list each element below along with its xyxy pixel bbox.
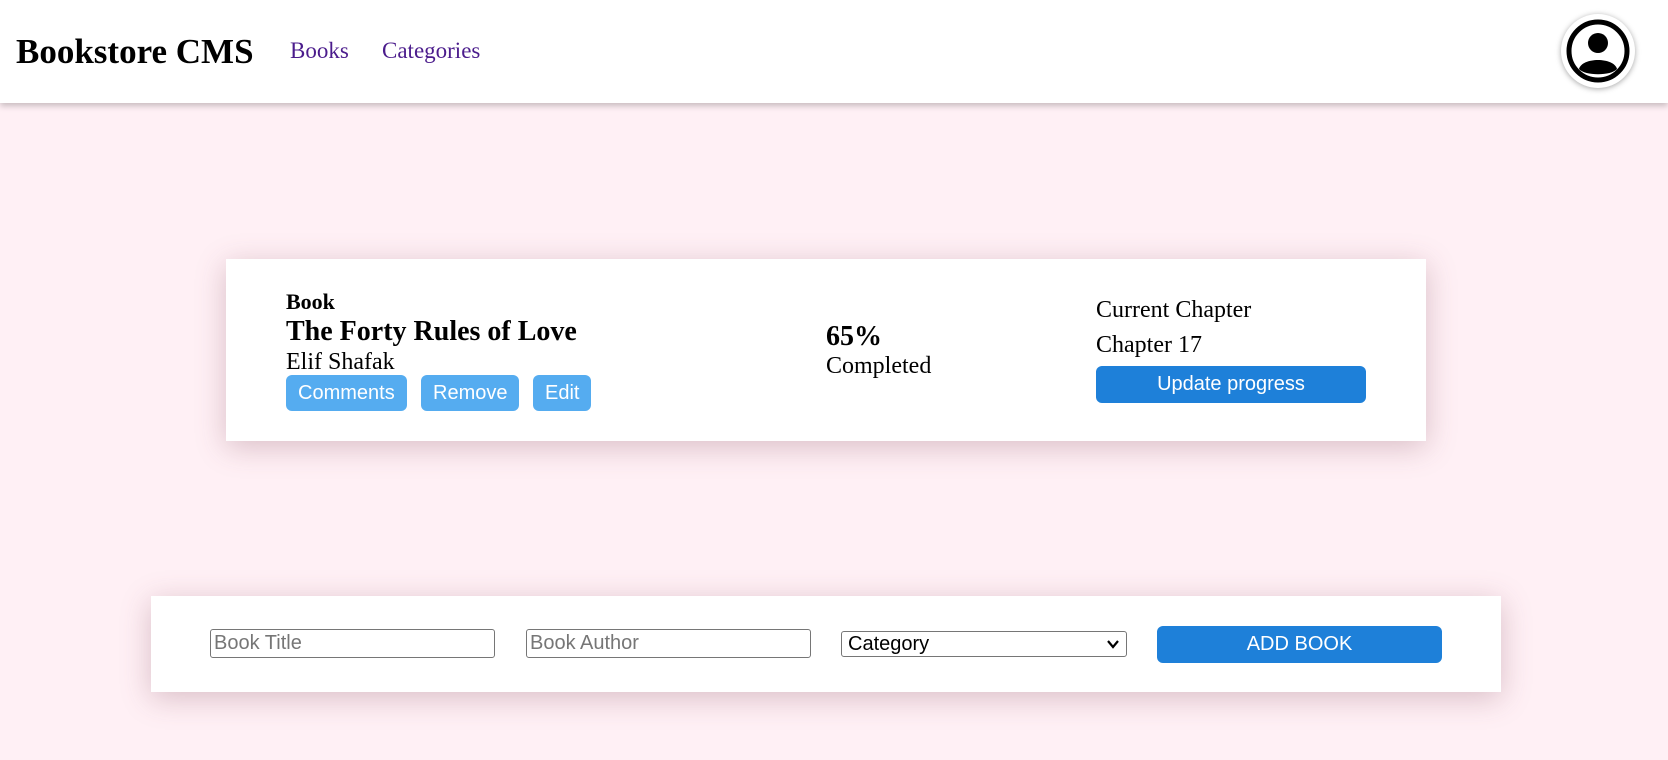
chevron-down-icon [1106,632,1120,663]
book-title: The Forty Rules of Love [286,316,577,347]
current-chapter-value: Chapter 17 [1096,332,1202,358]
book-title-input[interactable] [210,629,495,658]
nav-link-books[interactable]: Books [290,36,349,66]
book-author-input[interactable] [526,629,811,658]
book-genre: Book [286,289,335,314]
user-avatar-button[interactable] [1561,14,1635,88]
brand-title: Bookstore CMS [16,32,254,71]
remove-button[interactable]: Remove [421,375,520,411]
progress-percent: 65% [826,321,882,352]
book-author: Elif Shafak [286,349,395,375]
progress-label: Completed [826,353,932,379]
category-select[interactable]: Category [841,631,1127,657]
nav-link-categories[interactable]: Categories [382,36,480,66]
edit-button[interactable]: Edit [533,375,592,411]
comments-button[interactable]: Comments [286,375,407,411]
add-book-form: Category ADD BOOK [151,596,1501,692]
category-select-value: Category [848,633,930,655]
user-circle-icon [1566,19,1630,83]
book-card: Book The Forty Rules of Love Elif Shafak… [226,259,1426,441]
app-header: Bookstore CMS Books Categories [0,0,1668,103]
current-chapter-label: Current Chapter [1096,297,1252,323]
update-progress-button[interactable]: Update progress [1096,366,1366,403]
add-book-button[interactable]: ADD BOOK [1157,626,1442,663]
